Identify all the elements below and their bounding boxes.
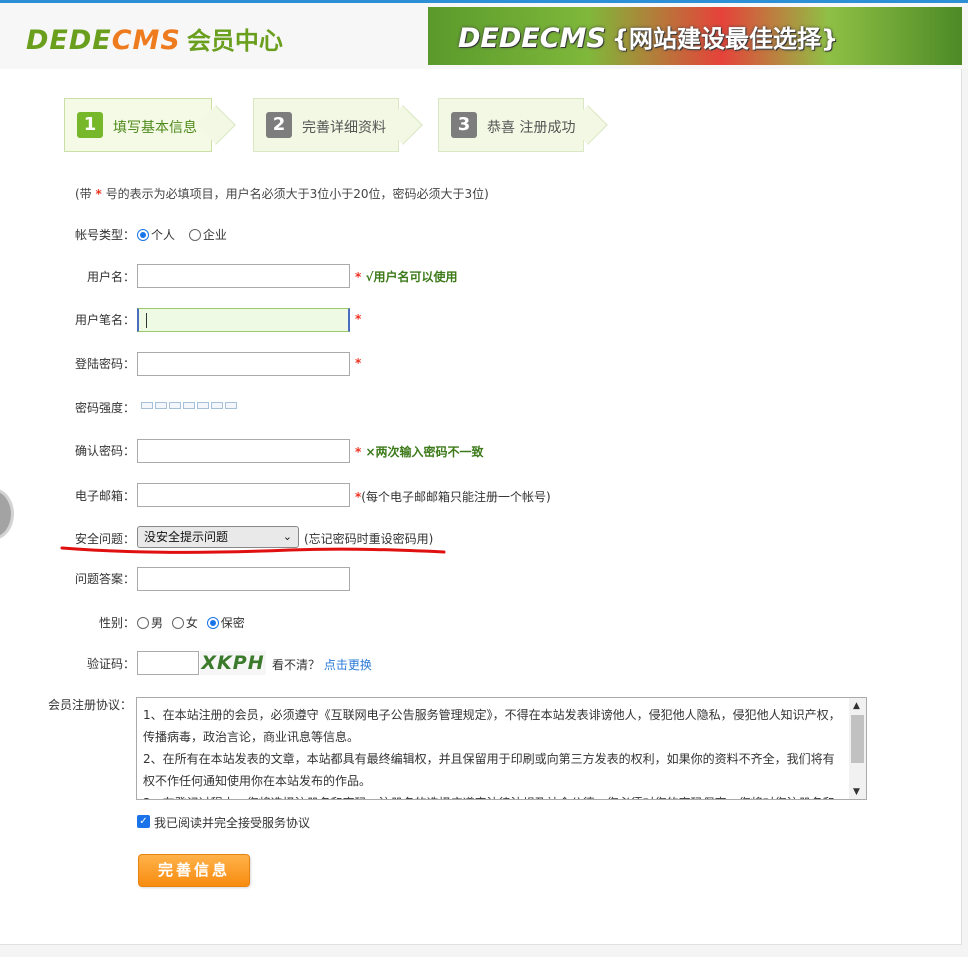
text-caret	[146, 313, 147, 328]
banner-brand-b: CMS	[539, 23, 606, 54]
step-3-label: 恭喜 注册成功	[487, 120, 576, 136]
password-required-star: *	[355, 356, 362, 370]
logo-brand-b: CMS	[111, 25, 181, 56]
captcha-refresh-link[interactable]: 点击更换	[324, 658, 372, 672]
header-banner: DEDECMS {网站建设最佳选择}	[428, 7, 962, 65]
account-type-personal-radio[interactable]	[137, 229, 149, 241]
accept-agreement-label[interactable]: 我已阅读并完全接受服务协议	[154, 814, 310, 831]
gender-female-radio[interactable]	[171, 617, 184, 629]
nickname-input[interactable]	[137, 308, 350, 332]
accept-agreement-checkbox[interactable]: ✓	[137, 815, 150, 828]
gender-group: 男 女 保密	[137, 614, 245, 631]
username-hint: * √用户名可以使用	[355, 270, 458, 284]
account-type-company-radio[interactable]	[188, 229, 201, 241]
step-3-number-icon: 3	[451, 112, 477, 138]
logo-subtitle: 会员中心	[186, 27, 283, 55]
step-2: 2 完善详细资料	[253, 98, 423, 152]
agreement-textarea[interactable]: 1、在本站注册的会员，必须遵守《互联网电子公告服务管理规定》，不得在本站发表诽谤…	[136, 697, 867, 800]
banner-slogan: {网站建设最佳选择}	[611, 25, 839, 53]
password-label: 登陆密码：	[74, 357, 135, 371]
strength-label: 密码强度：	[74, 401, 135, 415]
banner-brand-a: DEDE	[458, 23, 540, 54]
site-logo[interactable]: DEDECMS 会员中心	[26, 21, 283, 56]
email-label: 电子邮箱：	[74, 489, 135, 503]
username-label: 用户名：	[86, 270, 135, 284]
password-strength-meter	[141, 402, 237, 409]
nickname-label: 用户笔名：	[74, 313, 135, 327]
captcha-label: 验证码：	[86, 657, 135, 671]
account-type-company-label[interactable]: 企业	[203, 228, 227, 242]
confirm-label: 确认密码：	[74, 444, 135, 458]
step-1-number-icon: 1	[77, 112, 103, 138]
password-input[interactable]	[137, 352, 350, 376]
agreement-scrollbar[interactable]: ▲ ▼	[849, 698, 866, 799]
nickname-required-star: *	[355, 312, 362, 326]
agreement-label: 会员注册协议：	[47, 698, 132, 712]
email-hint: *(每个电子邮邮箱只能注册一个帐号)	[355, 490, 551, 504]
agreement-paragraph-3: 3、在登记过程中，您将选择注册名和密码。注册名的选择应遵守法律法规及社会公德。您…	[143, 792, 843, 799]
gender-male-radio[interactable]	[137, 617, 149, 629]
answer-label: 问题答案：	[74, 572, 135, 586]
logo-brand-a: DEDE	[26, 25, 112, 56]
agreement-paragraph-1: 1、在本站注册的会员，必须遵守《互联网电子公告服务管理规定》，不得在本站发表诽谤…	[143, 708, 841, 744]
account-type-personal-label[interactable]: 个人	[151, 228, 175, 242]
account-type-group: 个人 企业	[137, 226, 227, 243]
username-input[interactable]	[137, 264, 350, 288]
red-annotation-underline	[60, 546, 446, 554]
agreement-paragraph-2: 2、在所有在本站发表的文章，本站都具有最终编辑权，并且保留用于印刷或向第三方发表…	[143, 752, 835, 788]
step-2-label: 完善详细资料	[302, 120, 386, 136]
gender-label: 性别：	[98, 616, 135, 630]
scroll-up-icon[interactable]: ▲	[853, 701, 860, 711]
header: DEDECMS 会员中心 DEDECMS {网站建设最佳选择}	[0, 3, 968, 69]
captcha-refresh: 看不清？ 点击更换	[272, 658, 372, 672]
step-1: 1 填写基本信息	[64, 98, 236, 152]
step-1-label: 填写基本信息	[113, 120, 197, 136]
confirm-password-input[interactable]	[137, 439, 350, 463]
form-note: (带 * 号的表示为必填项目，用户名必须大于3位小于20位，密码必须大于3位)	[75, 187, 489, 201]
step-2-number-icon: 2	[266, 112, 292, 138]
scroll-thumb[interactable]	[851, 715, 864, 763]
step-3: 3 恭喜 注册成功	[438, 98, 608, 152]
gender-secret-radio[interactable]	[206, 617, 219, 629]
scroll-down-icon[interactable]: ▼	[853, 787, 860, 797]
confirm-hint: * ×两次输入密码不一致	[355, 445, 484, 459]
captcha-image[interactable]: XKPH	[200, 651, 266, 675]
account-type-label: 帐号类型：	[74, 228, 135, 242]
answer-input[interactable]	[137, 567, 350, 591]
captcha-input[interactable]	[137, 651, 199, 675]
submit-button[interactable]: 完善信息	[138, 854, 250, 887]
email-input[interactable]	[137, 483, 350, 507]
